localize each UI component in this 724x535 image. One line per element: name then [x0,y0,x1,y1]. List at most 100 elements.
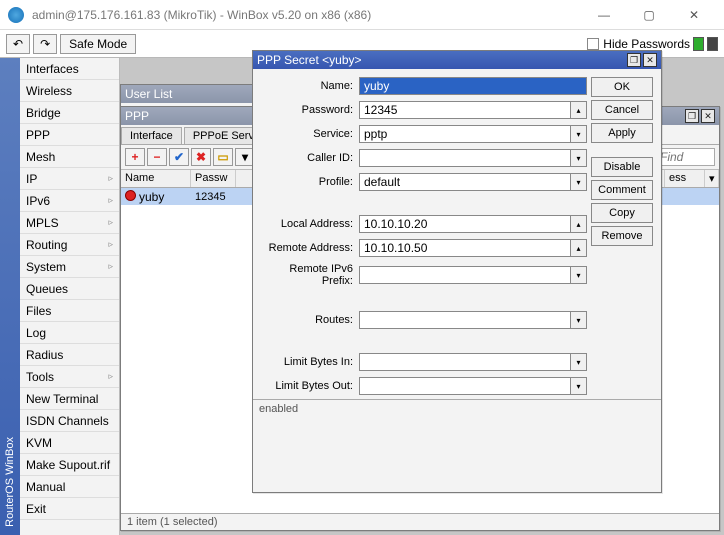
sidebar: InterfacesWirelessBridgePPPMeshIPIPv6MPL… [20,58,120,535]
remove-button[interactable]: Remove [591,226,653,246]
routes-label: Routes: [259,314,359,326]
secret-title: PPP Secret <yuby> [257,53,625,67]
remove-button[interactable]: − [147,148,167,166]
sidebar-item-files[interactable]: Files [20,300,119,322]
remote-field[interactable] [359,239,571,257]
ppp-close-icon[interactable]: ✕ [701,109,715,123]
comment-button[interactable]: Comment [591,180,653,200]
maximize-button[interactable]: ▢ [627,1,671,29]
ppp-restore-icon[interactable]: ❐ [685,109,699,123]
sidebar-item-system[interactable]: System [20,256,119,278]
led-green-icon [693,37,704,51]
secret-status: enabled [253,399,661,418]
apply-button[interactable]: Apply [591,123,653,143]
row-password: 12345 [191,191,236,203]
remote-label: Remote Address: [259,242,359,254]
sidebar-item-mesh[interactable]: Mesh [20,146,119,168]
undo-button[interactable]: ↶ [6,34,30,54]
remote6-field[interactable] [359,266,571,284]
user-list-title: User List [125,87,265,101]
app-icon [8,7,24,23]
sidebar-item-routing[interactable]: Routing [20,234,119,256]
password-label: Password: [259,104,359,116]
sidebar-item-isdn-channels[interactable]: ISDN Channels [20,410,119,432]
sidebar-item-ipv6[interactable]: IPv6 [20,190,119,212]
routes-expand-icon[interactable]: ▾ [571,311,587,329]
secret-close-icon[interactable]: ✕ [643,53,657,67]
user-icon [125,190,136,201]
sidebar-item-kvm[interactable]: KVM [20,432,119,454]
sidebar-item-radius[interactable]: Radius [20,344,119,366]
safe-mode-button[interactable]: Safe Mode [60,34,136,54]
disable-button[interactable]: Disable [591,157,653,177]
name-label: Name: [259,80,359,92]
add-button[interactable]: + [125,148,145,166]
col-name[interactable]: Name [121,170,191,187]
sidebar-item-ip[interactable]: IP [20,168,119,190]
app-title: admin@175.176.161.83 (MikroTik) - WinBox… [32,8,582,22]
limitin-label: Limit Bytes In: [259,356,359,368]
sidebar-item-tools[interactable]: Tools [20,366,119,388]
service-dropdown-icon[interactable]: ▾ [571,125,587,143]
find-input[interactable] [655,148,715,166]
sidebar-item-interfaces[interactable]: Interfaces [20,58,119,80]
sidebar-item-bridge[interactable]: Bridge [20,102,119,124]
remote-collapse-icon[interactable]: ▴ [571,239,587,257]
ppp-secret-dialog[interactable]: PPP Secret <yuby> ❐ ✕ Name: Password: ▴ … [252,50,662,493]
caller-expand-icon[interactable]: ▾ [571,149,587,167]
limitin-field[interactable] [359,353,571,371]
minimize-button[interactable]: — [582,1,626,29]
local-field[interactable] [359,215,571,233]
vertical-tab-label: RouterOS WinBox [4,429,16,535]
sidebar-item-log[interactable]: Log [20,322,119,344]
caller-field[interactable] [359,149,571,167]
password-collapse-icon[interactable]: ▴ [571,101,587,119]
secret-restore-icon[interactable]: ❐ [627,53,641,67]
cancel-button[interactable]: Cancel [591,100,653,120]
routes-field[interactable] [359,311,571,329]
remote6-label: Remote IPv6 Prefix: [259,263,359,287]
sidebar-item-queues[interactable]: Queues [20,278,119,300]
ppp-statusbar: 1 item (1 selected) [121,513,719,530]
user-list-window[interactable]: User List [120,84,270,108]
sidebar-item-make-supout-rif[interactable]: Make Supout.rif [20,454,119,476]
col-menu[interactable]: ▾ [705,170,719,187]
col-ess[interactable]: ess [665,170,705,187]
profile-dropdown-icon[interactable]: ▾ [571,173,587,191]
profile-field[interactable] [359,173,571,191]
sidebar-item-wireless[interactable]: Wireless [20,80,119,102]
close-button[interactable]: ✕ [672,1,716,29]
copy-button[interactable]: Copy [591,203,653,223]
caller-label: Caller ID: [259,152,359,164]
limitout-field[interactable] [359,377,571,395]
ok-button[interactable]: OK [591,77,653,97]
enable-button[interactable]: ✔ [169,148,189,166]
sidebar-item-mpls[interactable]: MPLS [20,212,119,234]
local-collapse-icon[interactable]: ▴ [571,215,587,233]
disable-button[interactable]: ✖ [191,148,211,166]
col-password[interactable]: Passw [191,170,236,187]
sidebar-item-manual[interactable]: Manual [20,476,119,498]
tab-interface[interactable]: Interface [121,127,182,144]
hide-passwords-checkbox[interactable] [587,38,599,50]
service-field[interactable] [359,125,571,143]
hide-passwords-label: Hide Passwords [603,37,690,51]
sidebar-item-ppp[interactable]: PPP [20,124,119,146]
app-titlebar: admin@175.176.161.83 (MikroTik) - WinBox… [0,0,724,30]
limitout-label: Limit Bytes Out: [259,380,359,392]
local-label: Local Address: [259,218,359,230]
workarea: User List PPP ❐ ✕ Interface PPPoE Server… [120,58,724,535]
remote6-expand-icon[interactable]: ▾ [571,266,587,284]
password-field[interactable] [359,101,571,119]
limitin-expand-icon[interactable]: ▾ [571,353,587,371]
comment-button[interactable]: ▭ [213,148,233,166]
sidebar-item-exit[interactable]: Exit [20,498,119,520]
vertical-tab: RouterOS WinBox [0,58,20,535]
led-dark-icon [707,37,718,51]
redo-button[interactable]: ↷ [33,34,57,54]
name-field[interactable] [359,77,587,95]
sidebar-item-new-terminal[interactable]: New Terminal [20,388,119,410]
profile-label: Profile: [259,176,359,188]
row-name: yuby [139,190,164,204]
limitout-expand-icon[interactable]: ▾ [571,377,587,395]
